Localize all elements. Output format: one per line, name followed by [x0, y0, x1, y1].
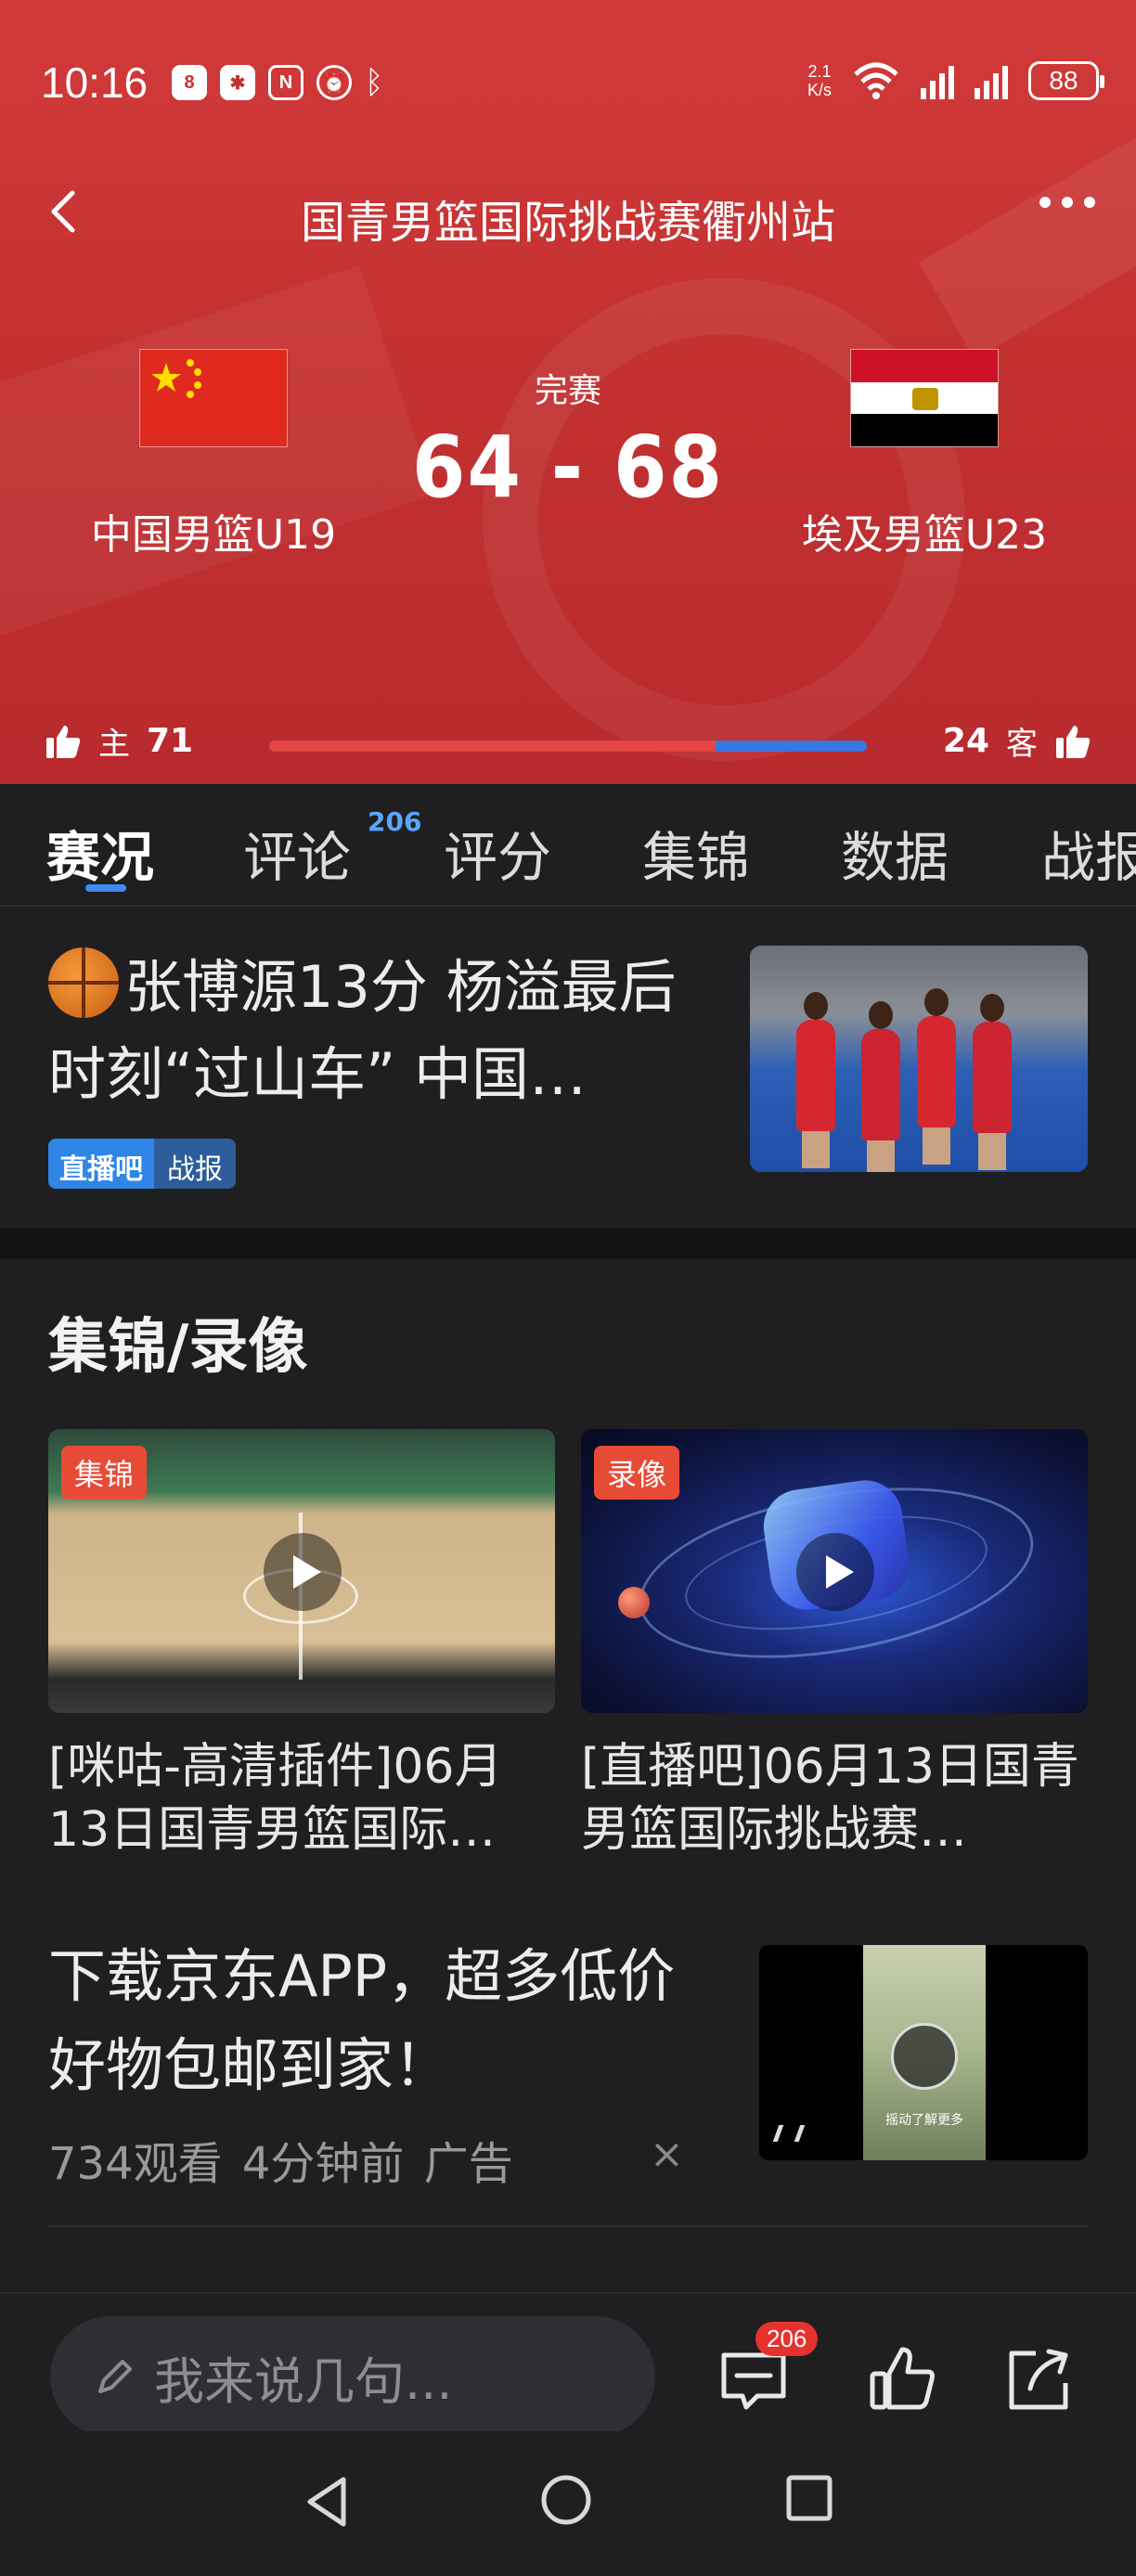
video-title: [咪咕-高清插件]06月13日国青男篮国际…: [48, 1739, 503, 1858]
away-support[interactable]: 24 客: [943, 718, 1091, 764]
video-badge: 录像: [594, 1446, 680, 1500]
nav-home-icon[interactable]: [538, 2472, 594, 2528]
status-time: 10:16: [41, 58, 148, 107]
thumbs-up-icon: [1056, 725, 1091, 758]
play-icon: [796, 1533, 874, 1611]
ad-thumbnail-hint: 摇动了解更多: [885, 2113, 963, 2128]
ad-meta: 734观看 4分钟前 广告: [48, 2127, 513, 2192]
news-thumbnail: [750, 946, 1088, 1172]
brand-logo-icon: [772, 2125, 806, 2142]
shake-hand-icon: [891, 2023, 958, 2090]
more-options-icon[interactable]: [1039, 197, 1095, 208]
nav-back-icon[interactable]: [301, 2472, 353, 2531]
highlights-section-title: 集锦/录像: [48, 1313, 308, 1382]
video-title: [直播吧]06月13日国青男篮国际挑战赛…: [581, 1739, 1079, 1858]
home-support-count: 71: [147, 722, 194, 760]
net-speed-value: 2.1: [807, 62, 832, 81]
away-team[interactable]: 埃及男篮U23: [767, 349, 1082, 560]
ad-time: 4分钟前: [241, 2138, 405, 2190]
support-bar: 主 71 24 客: [0, 715, 1136, 779]
thumbs-up-icon[interactable]: [865, 2342, 939, 2416]
tab-highlights[interactable]: 集锦: [642, 814, 750, 892]
comment-count-badge: 206: [755, 2322, 819, 2356]
video-badge: 集锦: [61, 1446, 148, 1500]
news-title: 张博源13分 杨溢最后时刻“过山车” 中国…: [48, 944, 716, 1118]
section-divider: [0, 1228, 1136, 1259]
tab-bar: 赛况 评论 206 评分 集锦 数据 战报: [0, 784, 1136, 907]
status-bar: 10:16 8 ✱ N ⏰ ᛒ 2.1 K/s 88: [0, 0, 1136, 176]
net-speed-unit: K/s: [807, 81, 832, 99]
away-support-count: 24: [942, 722, 989, 760]
ad-label: 广告: [423, 2138, 513, 2190]
video-thumbnail: 集锦: [48, 1429, 555, 1713]
bluetooth-icon: ᛒ: [365, 64, 384, 101]
tab-ratings[interactable]: 评分: [444, 814, 551, 892]
ad-title: 下载京东APP，超多低价好物包邮到家！: [48, 1942, 676, 2099]
pencil-icon: [98, 2360, 132, 2393]
ad-views: 734观看: [48, 2138, 223, 2190]
news-title-text: 张博源13分 杨溢最后时刻“过山车” 中国…: [48, 953, 677, 1108]
status-icons: 8 ✱ N ⏰ ᛒ: [172, 65, 383, 100]
comments-count-badge: 206: [368, 806, 422, 837]
support-ratio-bar: [269, 741, 867, 752]
ad-thumbnail: 摇动了解更多: [759, 1945, 1088, 2160]
tab-report[interactable]: 战报: [1041, 814, 1136, 892]
egypt-flag-icon: [850, 349, 999, 447]
video-thumbnail: 录像: [581, 1429, 1088, 1713]
close-icon[interactable]: ×: [650, 2131, 684, 2178]
wifi-icon: [854, 62, 898, 99]
home-support-fill: [269, 741, 716, 752]
active-tab-indicator: [85, 884, 126, 892]
tab-comments[interactable]: 评论: [243, 814, 351, 892]
battery-level: 88: [1049, 66, 1078, 95]
bottom-action-bar: 我来说几句... 206: [0, 2292, 1136, 2437]
bluetooth-app-icon: ✱: [220, 65, 255, 100]
home-support[interactable]: 主 71: [45, 718, 193, 764]
alarm-icon: ⏰: [316, 65, 352, 100]
divider: [48, 2225, 1088, 2227]
comment-placeholder: 我来说几句...: [154, 2351, 453, 2411]
away-support-label: 客: [1006, 726, 1038, 763]
tab-live[interactable]: 赛况: [46, 814, 154, 892]
thumbs-up-icon: [46, 725, 81, 758]
share-icon[interactable]: [1002, 2342, 1077, 2416]
basketball-icon: [48, 947, 119, 1018]
away-team-name: 埃及男篮U23: [801, 511, 1048, 559]
system-navigation-bar: [0, 2431, 1136, 2576]
ad-card[interactable]: 下载京东APP，超多低价好物包邮到家！ 734观看 4分钟前 广告 × 摇动了解…: [0, 1921, 1136, 2227]
battery-icon: 88: [1028, 61, 1104, 100]
comment-input[interactable]: 我来说几句...: [50, 2316, 655, 2437]
signal-icon: [975, 62, 1008, 99]
news-tag: 直播吧 战报: [48, 1139, 236, 1189]
nfc-icon: N: [268, 65, 303, 100]
video-card[interactable]: 录像 [直播吧]06月13日国青男篮国际挑战赛…: [581, 1429, 1088, 1861]
app-8-icon: 8: [172, 65, 207, 100]
news-card[interactable]: 张博源13分 杨溢最后时刻“过山车” 中国… 直播吧 战报: [0, 907, 1136, 1228]
net-speed: 2.1 K/s: [807, 62, 832, 99]
top-nav: 国青男篮国际挑战赛衢州站: [0, 176, 1136, 251]
news-kind: 战报: [154, 1139, 236, 1189]
news-source: 直播吧: [48, 1139, 154, 1189]
page-title: 国青男篮国际挑战赛衢州站: [300, 197, 835, 249]
tab-stats[interactable]: 数据: [841, 814, 949, 892]
home-support-label: 主: [98, 726, 130, 763]
match-header: 10:16 8 ✱ N ⏰ ᛒ 2.1 K/s 88 国青男篮国际挑战赛衢州站 …: [0, 0, 1136, 784]
signal-icon: [921, 62, 954, 99]
play-icon: [264, 1533, 342, 1611]
nav-recents-icon[interactable]: [783, 2472, 835, 2524]
video-card[interactable]: 集锦 [咪咕-高清插件]06月13日国青男篮国际…: [48, 1429, 555, 1861]
status-right-icons: 2.1 K/s 88: [807, 61, 1104, 100]
